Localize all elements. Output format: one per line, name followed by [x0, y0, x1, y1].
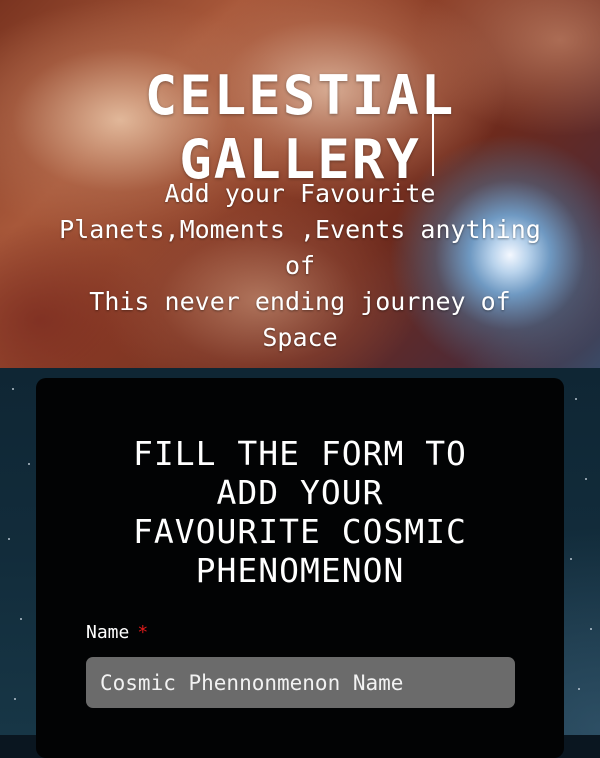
- page-subtitle: Add your Favourite Planets,Moments ,Even…: [0, 176, 600, 356]
- text-cursor: [432, 88, 434, 176]
- name-label: Name *: [86, 621, 148, 645]
- page-title-line-1: CELESTIAL: [144, 64, 456, 128]
- subtitle-line-5: Space: [262, 323, 338, 352]
- name-label-text: Name: [86, 622, 130, 643]
- page-title: CELESTIAL GALLERY: [0, 64, 600, 192]
- form-heading-line-3: FAVOURITE COSMIC: [133, 512, 467, 551]
- subtitle-line-2: Planets,Moments ,Events anything: [59, 215, 541, 244]
- subtitle-line-1: Add your Favourite: [164, 179, 436, 208]
- subtitle-line-3: of: [284, 251, 316, 280]
- subtitle-line-4: This never ending journey of: [89, 287, 511, 316]
- hero-banner: CELESTIAL GALLERY Add your Favourite Pla…: [0, 0, 600, 368]
- required-marker: *: [137, 622, 149, 643]
- name-input[interactable]: [86, 657, 515, 708]
- form-heading-line-4: PHENOMENON: [195, 551, 405, 590]
- form-heading-line-2: ADD YOUR: [216, 473, 384, 512]
- form-heading-line-1: FILL THE FORM TO: [133, 434, 467, 473]
- form-heading: FILL THE FORM TO ADD YOUR FAVOURITE COSM…: [36, 434, 564, 590]
